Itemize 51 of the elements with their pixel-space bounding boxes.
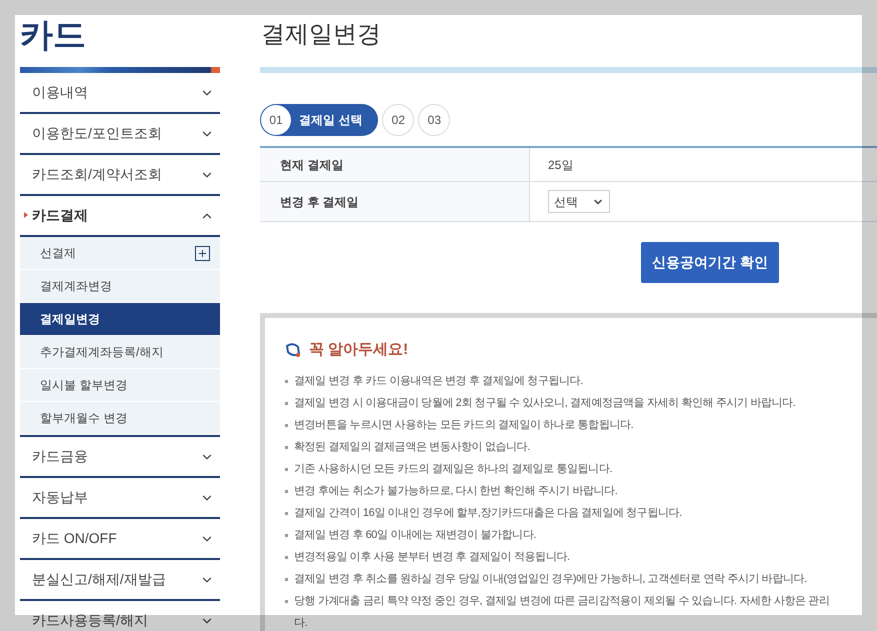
menu-item[interactable]: 카드결제 xyxy=(20,196,220,235)
sidebar-title: 카드 xyxy=(20,15,87,55)
notice-text: 변경적용일 이후 사용 분부터 변경 후 결제일이 적용됩니다. xyxy=(294,550,570,565)
menu-item[interactable]: 카드 ON/OFF xyxy=(20,519,220,558)
notice-text: 결제일 변경 후 60일 이내에는 재변경이 불가합니다. xyxy=(294,528,536,543)
notice-title: 꼭 알아두세요! xyxy=(309,340,408,360)
bullet-icon xyxy=(285,468,288,471)
payment-day-select[interactable]: 선택 xyxy=(548,190,610,213)
submenu-item[interactable]: 일시불 할부변경 xyxy=(20,369,220,402)
submenu-item[interactable]: 결제일변경 xyxy=(20,303,220,336)
bullet-icon xyxy=(285,402,288,405)
form-value: 25일 xyxy=(548,156,574,174)
step-indicator: 02 xyxy=(382,104,414,136)
bullet-icon xyxy=(285,446,288,449)
submenu-item[interactable]: 추가결제계좌등록/해지 xyxy=(20,336,220,369)
menu-item[interactable]: 이용한도/포인트조회 xyxy=(20,114,220,153)
notice-text: 결제일 변경 시 이용대금이 당월에 2회 청구될 수 있사오니, 결제예정금액을 자세히 확인해 주시기 바랍니다. xyxy=(294,396,796,411)
bullet-icon xyxy=(285,380,288,383)
plus-icon[interactable] xyxy=(195,246,210,260)
notice-text: 변경 후에는 취소가 불가능하므로, 다시 한번 확인해 주시기 바랍니다. xyxy=(294,484,618,499)
notice-text: 결제일 변경 후 취소를 원하실 경우 당일 이내(영업일인 경우)에만 가능하니, 고객센터로 연락 주시기 바랍니다. xyxy=(294,572,807,587)
form-label: 현재 결제일 xyxy=(260,148,530,181)
bullet-icon xyxy=(285,534,288,537)
menu-item[interactable]: 분실신고/해제/재발급 xyxy=(20,560,220,599)
notice-text: 결제일 간격이 16일 이내인 경우에 할부,장기카드대출은 다음 결제일에 청구됩니다. xyxy=(294,506,682,521)
submenu-item[interactable]: 결제계좌변경 xyxy=(20,270,220,303)
step-indicator: 01 결제일 선택 xyxy=(260,104,378,136)
menu-item[interactable]: 카드사용등록/해지 xyxy=(20,601,220,631)
bell-icon xyxy=(285,343,301,357)
bullet-icon xyxy=(285,556,288,559)
submenu-item[interactable]: 할부개월수 변경 xyxy=(20,402,220,435)
notice-text: 다. xyxy=(294,616,308,631)
confirm-button[interactable]: 신용공여기간 확인 xyxy=(641,242,779,283)
menu-item[interactable]: 카드조회/계약서조회 xyxy=(20,155,220,194)
menu-item[interactable]: 이용내역 xyxy=(20,73,220,112)
step-indicator: 03 xyxy=(418,104,450,136)
notice-text: 확정된 결제일의 결제금액은 변동사항이 없습니다. xyxy=(294,440,530,455)
bullet-icon xyxy=(285,512,288,515)
form-label: 변경 후 결제일 xyxy=(260,182,530,221)
page-title: 결제일변경 xyxy=(260,20,382,50)
menu-item[interactable]: 카드금융 xyxy=(20,437,220,476)
notice-text: 기존 사용하시던 모든 카드의 결제일은 하나의 결제일로 통일됩니다. xyxy=(294,462,612,477)
bullet-icon xyxy=(285,600,288,603)
notice-text: 당행 가계대출 금리 특약 약정 중인 경우, 결제일 변경에 따른 금리감적용이 제외될 수 있습니다. 자세한 사항은 관리 xyxy=(294,594,830,609)
notice-text: 결제일 변경 후 카드 이용내역은 변경 후 결제일에 청구됩니다. xyxy=(294,374,583,389)
bullet-icon xyxy=(285,490,288,493)
menu-item[interactable]: 자동납부 xyxy=(20,478,220,517)
bullet-icon xyxy=(285,578,288,581)
notice-text: 변경버튼을 누르시면 사용하는 모든 카드의 결제일이 하나로 통합됩니다. xyxy=(294,418,634,433)
bullet-icon xyxy=(285,424,288,427)
submenu-item[interactable]: 선결제 xyxy=(20,237,220,270)
